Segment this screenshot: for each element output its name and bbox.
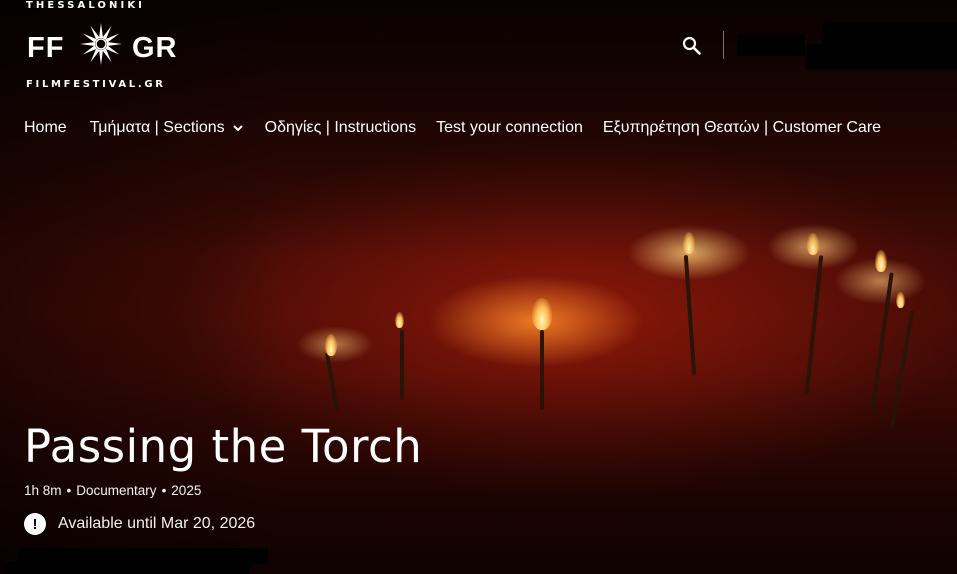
logo-mark: FF GR (26, 23, 182, 68)
meta-separator: • (161, 483, 167, 498)
availability-notice: ! Available until Mar 20, 2026 (24, 513, 255, 535)
search-button[interactable] (680, 34, 704, 58)
logo-left-letters: FF (27, 32, 65, 64)
film-title: Passing the Torch (24, 420, 423, 473)
search-icon (682, 36, 701, 55)
logo-site-text: FILMFESTIVAL.GR (26, 79, 166, 90)
nav-sections[interactable]: Τμήματα | Sections (90, 119, 245, 137)
header-divider (723, 31, 724, 59)
availability-text: Available until Mar 20, 2026 (58, 515, 256, 532)
nav-test-connection[interactable]: Test your connection (436, 119, 583, 137)
film-year: 2025 (171, 483, 202, 498)
alert-icon: ! (24, 513, 46, 535)
logo-city-text: THESSALONIKI (26, 0, 145, 11)
nav-instructions[interactable]: Οδηγίες | Instructions (265, 119, 417, 137)
logo-right-letters: GR (132, 32, 178, 64)
festival-logo[interactable]: THESSALONIKI FF GR FILMFESTIVAL.GR (26, 0, 182, 92)
nav-home[interactable]: Home (24, 119, 67, 137)
nav-customer-care[interactable]: Εξυπηρέτηση Θεατών | Customer Care (603, 119, 881, 137)
nav-sections-label: Τμήματα | Sections (89, 119, 225, 136)
film-duration: 1h 8m (24, 483, 62, 498)
film-meta: 1h 8m • Documentary • 2025 (24, 483, 201, 498)
main-navigation: Home Τμήματα | Sections Οδηγίες | Instru… (24, 116, 881, 140)
chevron-down-icon (232, 125, 243, 132)
meta-separator: • (66, 483, 72, 498)
sun-star-icon (80, 23, 122, 65)
film-genre: Documentary (76, 483, 157, 498)
